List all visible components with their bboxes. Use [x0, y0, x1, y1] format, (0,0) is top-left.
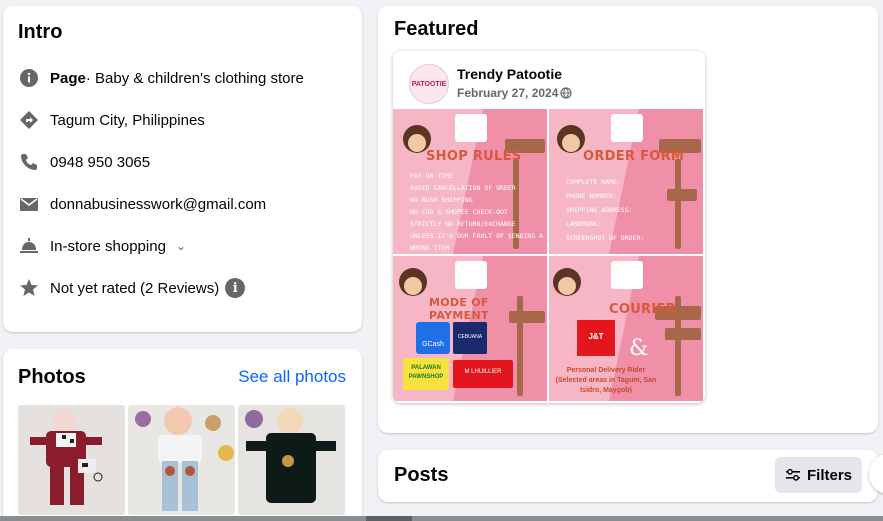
- mail-icon: [18, 193, 40, 215]
- photos-title: Photos: [18, 366, 86, 388]
- ampersand: &: [629, 336, 649, 361]
- mlhuillier-logo: M LHUILLIER: [453, 360, 513, 388]
- scrollbar-thumb[interactable]: [366, 516, 412, 521]
- tile-title: ORDER FORM: [583, 149, 685, 164]
- intro-category-row: Page · Baby & children's clothing store: [18, 66, 304, 90]
- location-text[interactable]: Tagum City, Philippines: [50, 112, 205, 129]
- post-image-grid[interactable]: SHOP RULES PAY ON TIME AVOID CANCELLATIO…: [393, 109, 705, 403]
- tile-title: COURIER: [609, 302, 676, 317]
- tile-line: NO COD & SHOPEE CHECK-OUT: [410, 208, 508, 216]
- posts-card: Posts Filters: [378, 450, 878, 502]
- post-date-row: February 27, 2024: [457, 86, 573, 100]
- phone-icon: [18, 151, 40, 173]
- photos-card: Photos See all photos: [3, 349, 362, 521]
- brand-logo: [611, 114, 643, 142]
- photo-thumb[interactable]: [238, 405, 345, 515]
- courier-tile[interactable]: COURIER J&T & Personal Delivery Rider (S…: [549, 256, 703, 401]
- tile-line: COMPLETE NAME:: [566, 178, 621, 186]
- page-label: Page: [50, 69, 86, 87]
- tile-line: SHIPPING ADDRESS:: [566, 206, 633, 214]
- posts-title: Posts: [394, 464, 449, 486]
- payment-tile[interactable]: MODE OF PAYMENT GCash CEBUANA PALAWAN PA…: [393, 256, 547, 401]
- intro-title: Intro: [18, 21, 63, 43]
- intro-email-row: donnabusinesswork@gmail.com: [18, 192, 266, 216]
- photo-thumb[interactable]: [18, 405, 125, 515]
- tile-title: SHOP RULES: [426, 149, 522, 164]
- cebuana-logo: CEBUANA: [453, 322, 487, 354]
- brand-logo: [455, 114, 487, 142]
- page-category: · Baby & children's clothing store: [85, 69, 304, 87]
- order-form-tile[interactable]: ORDER FORM COMPLETE NAME: PHONE NUMBER: …: [549, 109, 703, 254]
- bell-icon: [18, 235, 40, 257]
- courier-note: Personal Delivery Rider (Selected areas …: [555, 367, 657, 394]
- intro-location-row: Tagum City, Philippines: [18, 108, 205, 132]
- shop-rules-tile[interactable]: SHOP RULES PAY ON TIME AVOID CANCELLATIO…: [393, 109, 547, 254]
- see-all-photos-link[interactable]: See all photos: [238, 367, 346, 387]
- rating-text[interactable]: Not yet rated (2 Reviews): [50, 280, 219, 297]
- jnt-logo: J&T: [577, 320, 615, 356]
- tile-line: WRONG ITEM: [410, 244, 450, 252]
- signpost-graphic: [667, 189, 697, 201]
- tile-title: MODE OF PAYMENT: [429, 296, 489, 322]
- intro-card: Intro Page · Baby & children's clothing …: [3, 6, 362, 332]
- tile-line: UNLESS IT'S OUR FAULT OF SENDING A: [410, 232, 544, 240]
- featured-title: Featured: [394, 18, 479, 40]
- chevron-down-icon[interactable]: ⌄: [176, 239, 186, 253]
- palawan-logo: PALAWAN PAWNSHOP: [403, 358, 449, 390]
- gcash-logo: GCash: [416, 322, 450, 354]
- tile-line: STRICTLY NO RETURN/EXCHANGE: [410, 220, 516, 228]
- tile-line: PHONE NUMBER:: [566, 192, 617, 200]
- filters-button[interactable]: Filters: [775, 457, 862, 493]
- signpost-pole: [675, 159, 681, 249]
- avatar[interactable]: PATOOTIE: [409, 64, 449, 104]
- service-text[interactable]: In-store shopping: [50, 238, 166, 255]
- tile-line: AVOID CANCELLATION OF ORDER: [410, 184, 516, 192]
- horizontal-scrollbar[interactable]: [0, 516, 883, 521]
- post-date[interactable]: February 27, 2024: [457, 86, 558, 100]
- signpost-graphic: [665, 328, 701, 340]
- info-icon: [18, 67, 40, 89]
- avatar-text: PATOOTIE: [411, 80, 447, 88]
- intro-phone-row: 0948 950 3065: [18, 150, 150, 174]
- photo-thumb[interactable]: [128, 405, 235, 515]
- intro-rating-row: Not yet rated (2 Reviews) i: [18, 276, 246, 300]
- rating-info-icon[interactable]: i: [225, 278, 246, 298]
- globe-icon: [560, 87, 573, 99]
- featured-post[interactable]: PATOOTIE Trendy Patootie February 27, 20…: [393, 51, 705, 403]
- directions-icon: [18, 109, 40, 131]
- email-text[interactable]: donnabusinesswork@gmail.com: [50, 196, 266, 213]
- intro-service-row[interactable]: In-store shopping ⌄: [18, 234, 186, 258]
- tile-line: LANDMARK:: [566, 220, 602, 228]
- phone-text[interactable]: 0948 950 3065: [50, 154, 150, 171]
- tile-line: NO RUSH SHIPPING: [410, 196, 473, 204]
- tile-line: PAY ON TIME: [410, 172, 454, 180]
- post-author[interactable]: Trendy Patootie: [457, 66, 562, 82]
- sliders-icon: [785, 468, 800, 481]
- featured-card: Featured PATOOTIE Trendy Patootie Februa…: [378, 6, 878, 433]
- tile-line: SCREENSHOT OF ORDER:: [566, 234, 645, 242]
- star-icon: [18, 277, 40, 299]
- filters-label: Filters: [806, 466, 852, 484]
- brand-logo: [455, 261, 487, 289]
- brand-logo: [611, 261, 643, 289]
